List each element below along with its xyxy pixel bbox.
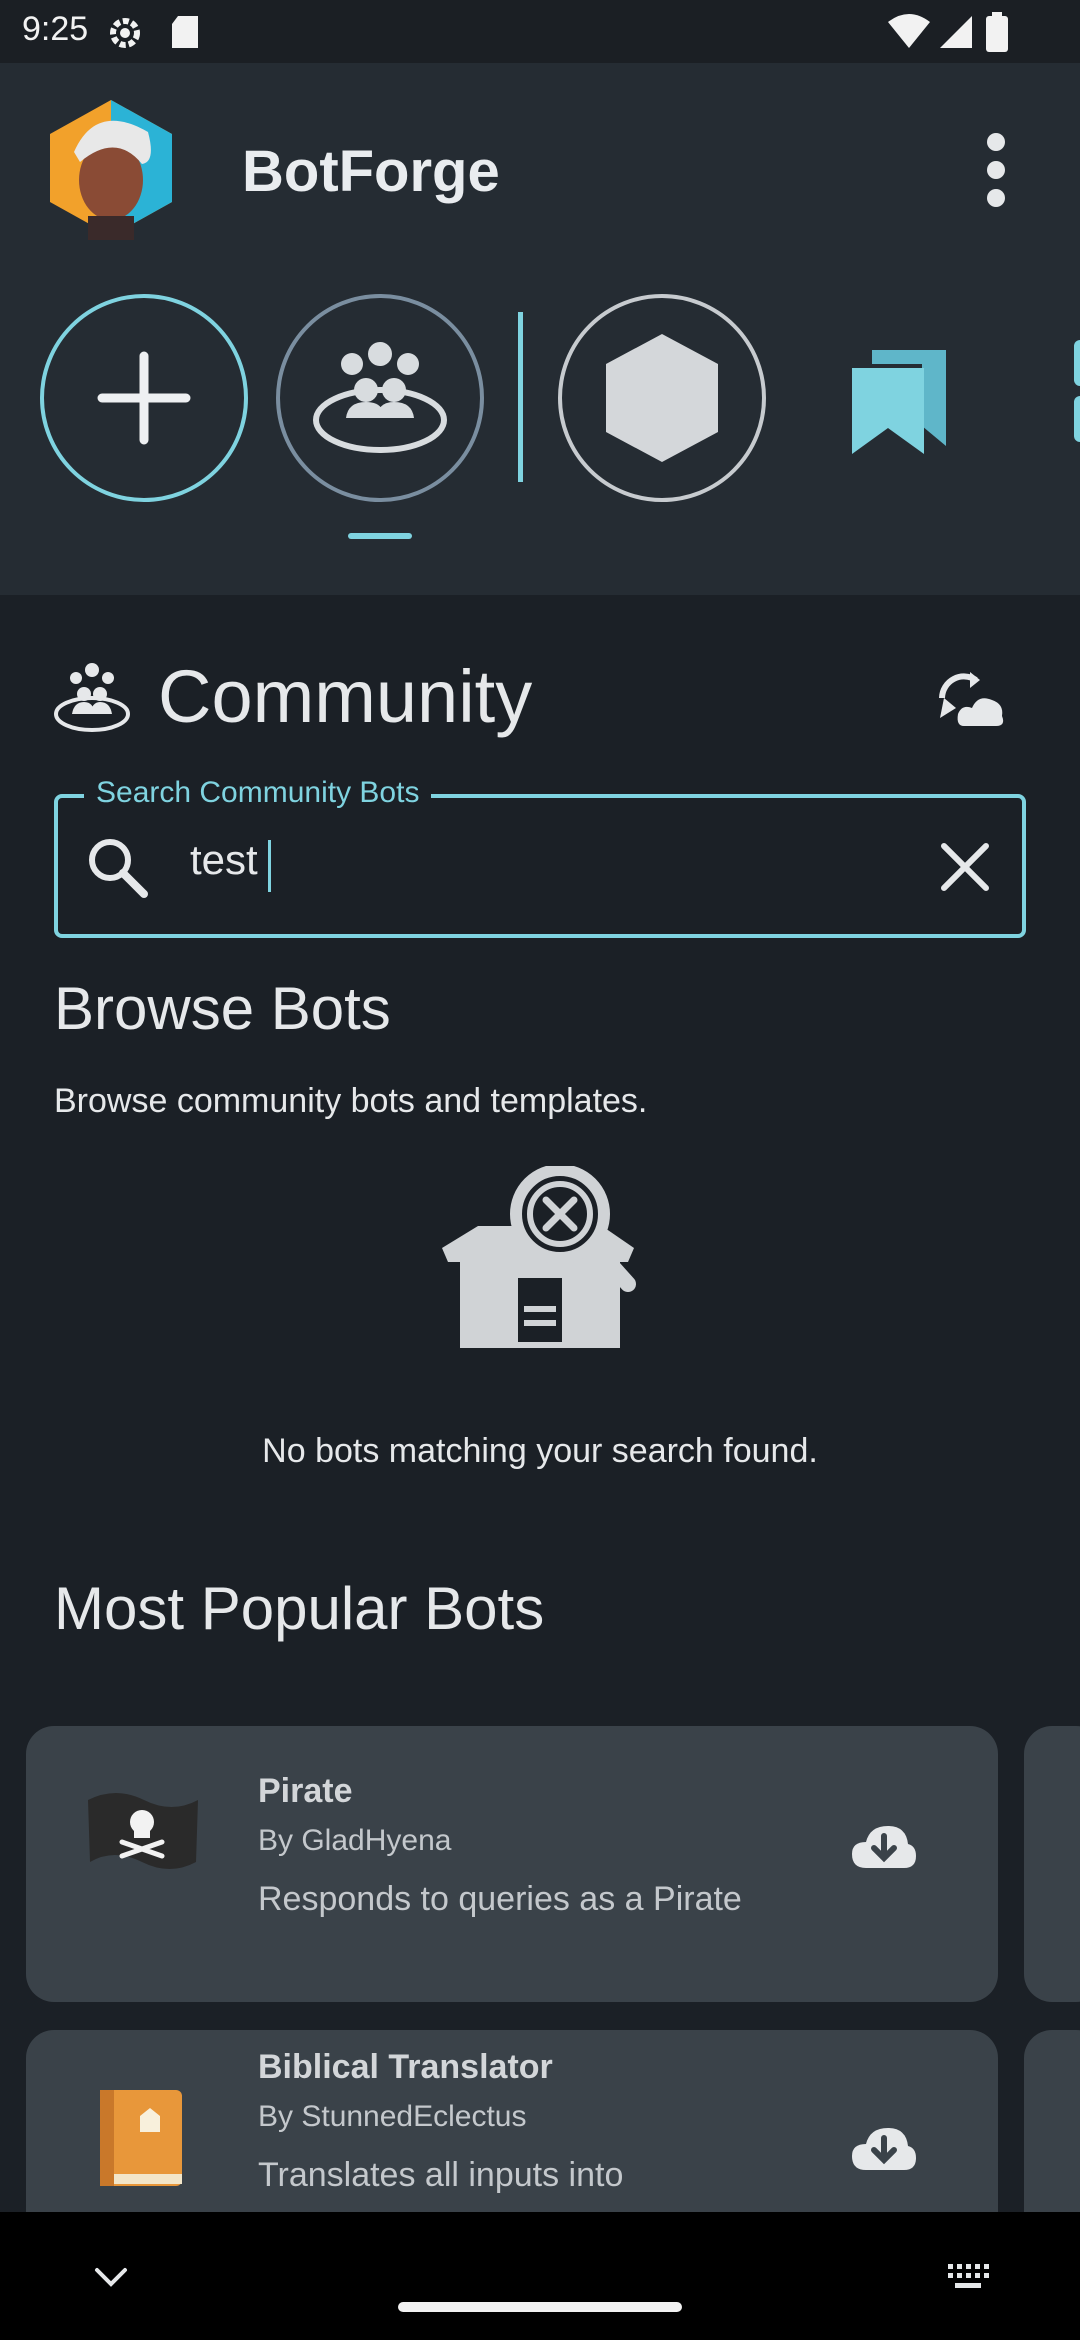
add-bot-button[interactable] [40, 294, 248, 502]
bot-name: Pirate [258, 1772, 353, 1810]
hexagon-bot-icon [606, 334, 718, 462]
system-nav-bar [0, 2212, 1080, 2340]
battery-status-icon [986, 12, 1008, 57]
search-value[interactable]: test [190, 836, 258, 884]
bot-description: Translates all inputs into [258, 2156, 624, 2194]
bot-author: By StunnedEclectus [258, 2100, 527, 2133]
cellular-status-icon [938, 14, 974, 55]
app-avatar-icon[interactable] [36, 92, 186, 247]
plus-icon [97, 351, 191, 445]
browse-heading: Browse Bots [54, 975, 391, 1042]
app-title: BotForge [242, 139, 500, 204]
sd-card-status-icon [170, 14, 200, 55]
pirate-flag-icon [86, 1790, 200, 1883]
download-cloud-icon[interactable] [850, 1822, 918, 1875]
bookmarks-icon[interactable] [846, 336, 956, 461]
bot-description: Responds to queries as a Pirate [258, 1880, 742, 1918]
search-icon [84, 834, 150, 905]
browse-subtitle: Browse community bots and templates. [54, 1082, 648, 1120]
my-bots-tab[interactable] [558, 294, 766, 502]
popular-heading: Most Popular Bots [54, 1575, 545, 1642]
book-icon [96, 2086, 188, 2193]
status-time: 9:25 [22, 10, 89, 48]
community-icon [313, 342, 447, 453]
clear-search-icon[interactable] [938, 840, 992, 899]
bot-name: Biblical Translator [258, 2048, 553, 2086]
tab-indicator [348, 533, 412, 539]
tab-divider [518, 312, 523, 482]
home-gesture-handle[interactable] [398, 2302, 682, 2312]
community-section-icon [52, 660, 132, 739]
cloud-sync-icon[interactable] [936, 668, 1006, 733]
text-caret [268, 840, 271, 892]
empty-search-icon [438, 1164, 642, 1355]
community-tab[interactable] [276, 294, 484, 502]
wifi-status-icon [888, 14, 930, 55]
download-cloud-icon[interactable] [850, 2124, 918, 2177]
more-tab-icon[interactable] [1070, 340, 1080, 450]
settings-status-icon [106, 14, 144, 57]
empty-search-message: No bots matching your search found. [262, 1432, 818, 1470]
keyboard-icon[interactable] [946, 2262, 990, 2297]
collapse-keyboard-icon[interactable] [94, 2266, 128, 2293]
bot-author: By GladHyena [258, 1824, 452, 1857]
overflow-menu-icon[interactable] [972, 130, 1020, 215]
community-title: Community [158, 655, 533, 738]
bot-card-partial[interactable] [1024, 1726, 1080, 2002]
search-label: Search Community Bots [84, 776, 432, 810]
